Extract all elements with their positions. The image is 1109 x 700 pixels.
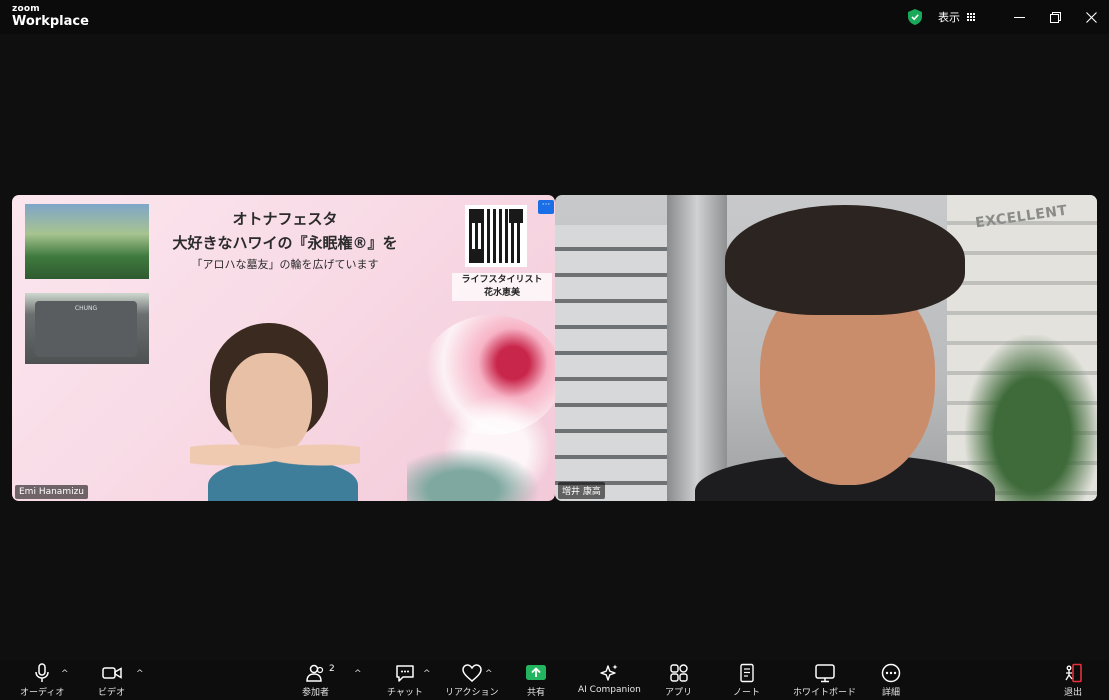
- video-tile-masui[interactable]: EXCELLENT 増井 康高: [555, 195, 1097, 501]
- chat-bubble-icon: [396, 665, 414, 682]
- share-label: 共有: [526, 688, 545, 698]
- audio-options-caret[interactable]: ^: [61, 669, 69, 679]
- sparkle-icon: [600, 664, 618, 681]
- meeting-toolbar: オーディオ ^ ビデオ ^ 参加者 2 ^ チャット ^ リアクション ^ 共有…: [0, 660, 1109, 700]
- participants-icon: [305, 664, 323, 682]
- audio-button[interactable]: オーディオ: [20, 663, 64, 698]
- notes-button[interactable]: ノート: [733, 663, 760, 698]
- apps-button[interactable]: アプリ: [665, 663, 692, 698]
- chat-options-caret[interactable]: ^: [423, 669, 431, 679]
- video-tile-emi[interactable]: CHUNG オトナフェスタ 大好きなハワイの『永眠権®』を 「アロハな墓友」の輪…: [12, 195, 555, 501]
- grid-icon: [966, 13, 975, 22]
- security-shield-icon[interactable]: [908, 9, 922, 25]
- slide-title-line3: 「アロハな墓友」の輪を広げています: [191, 258, 379, 271]
- leave-door-icon: [1065, 663, 1082, 683]
- view-label: 表示: [938, 11, 960, 24]
- video-camera-icon: [101, 667, 122, 679]
- microphone-icon: [35, 663, 49, 682]
- logo-brand-small: zoom: [12, 4, 40, 14]
- more-label: 詳細: [881, 688, 900, 698]
- whiteboard-button[interactable]: ホワイトボード: [793, 663, 856, 698]
- chat-label: チャット: [387, 688, 423, 698]
- view-button[interactable]: 表示: [938, 9, 975, 25]
- chat-button[interactable]: チャット: [387, 663, 423, 698]
- audio-label: オーディオ: [20, 688, 65, 698]
- background-building-left: [555, 225, 670, 501]
- leave-label: 退出: [1063, 688, 1082, 698]
- leave-button[interactable]: 退出: [1062, 663, 1084, 698]
- gravestone-photo: CHUNG: [25, 293, 149, 364]
- close-button[interactable]: [1073, 0, 1109, 34]
- reactions-label: リアクション: [445, 688, 499, 698]
- heart-icon: [462, 664, 482, 682]
- participant-name-tag: 増井 康高: [558, 482, 605, 499]
- participant-video-emi: [190, 323, 360, 501]
- slide-title-line1: オトナフェスタ: [232, 210, 338, 228]
- minimize-icon: [1013, 16, 1025, 18]
- eucalyptus-leaves: [407, 445, 547, 501]
- restore-button[interactable]: [1037, 0, 1073, 34]
- video-button[interactable]: ビデオ: [98, 663, 125, 698]
- notes-label: ノート: [733, 688, 761, 698]
- more-options-icon: [881, 663, 901, 683]
- whiteboard-icon: [814, 664, 835, 683]
- apps-icon: [669, 664, 688, 682]
- tile-options-button[interactable]: ···: [538, 200, 554, 214]
- video-label: ビデオ: [98, 688, 126, 698]
- title-bar: zoom Workplace 表示: [0, 0, 1109, 34]
- reactions-options-caret[interactable]: ^: [485, 669, 493, 679]
- participants-button[interactable]: 参加者: [302, 663, 329, 698]
- more-button[interactable]: 詳細: [880, 663, 902, 698]
- share-screen-icon: [526, 665, 546, 680]
- whiteboard-label: ホワイトボード: [793, 688, 857, 698]
- stylist-name: 花水恵美: [483, 288, 520, 298]
- gravestone: CHUNG: [35, 301, 137, 357]
- close-icon: [1085, 11, 1097, 23]
- zoom-workplace-logo: zoom Workplace: [12, 4, 89, 29]
- ai-companion-label: AI Companion: [578, 685, 641, 695]
- minimize-button[interactable]: [1001, 0, 1037, 34]
- participants-options-caret[interactable]: ^: [354, 669, 362, 679]
- slide-title-line2: 大好きなハワイの『永眠権®』を: [172, 234, 398, 252]
- hawaii-garden-photo: [25, 204, 149, 279]
- qr-code: [465, 205, 527, 267]
- notes-icon: [739, 663, 754, 683]
- participant-name-tag: Emi Hanamizu: [15, 485, 89, 499]
- video-options-caret[interactable]: ^: [136, 669, 144, 679]
- share-button[interactable]: 共有: [525, 663, 547, 698]
- stylist-title: ライフスタイリスト: [461, 275, 543, 285]
- participant-video-masui: [695, 205, 995, 501]
- restore-icon: [1049, 11, 1061, 23]
- apps-label: アプリ: [665, 688, 693, 698]
- gravestone-text: CHUNG: [74, 305, 98, 312]
- participants-label: 参加者: [302, 688, 330, 698]
- stylist-caption: ライフスタイリスト 花水恵美: [452, 273, 552, 301]
- participants-count: 2: [329, 664, 335, 674]
- ai-companion-button[interactable]: AI Companion: [578, 663, 641, 695]
- logo-brand-large: Workplace: [12, 14, 89, 29]
